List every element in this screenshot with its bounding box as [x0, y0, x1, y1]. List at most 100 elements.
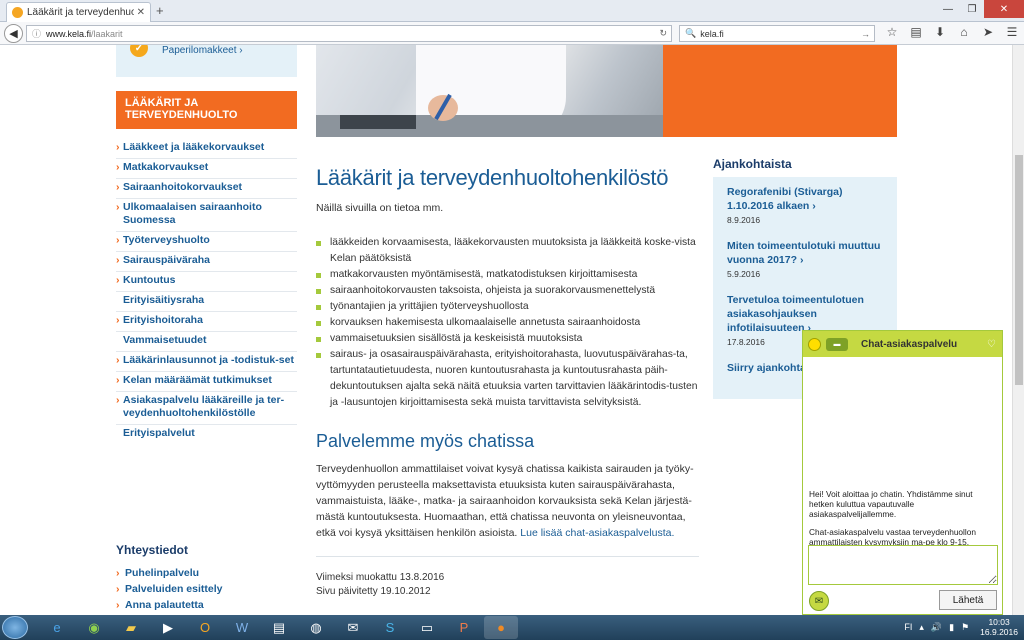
sidebar-item[interactable]: › Lääkkeet ja lääkekorvaukset [116, 139, 297, 159]
contact-link[interactable]: › Puhelinpalvelu [116, 567, 222, 579]
chat-message: Hei! Voit aloittaa jo chatin. Yhdistämme… [809, 489, 973, 519]
sidebar-item[interactable]: › Kelan määräämät tutkimukset [116, 372, 297, 392]
sidebar-item-label: Erityisäitiysraha [123, 294, 205, 306]
news-item-title[interactable]: Regorafenibi (Stivarga) 1.10.2016 alkaen… [727, 185, 883, 213]
clock-time: 10:03 [988, 617, 1010, 627]
send-button[interactable]: Lähetä [939, 590, 997, 610]
chat-title: Chat-asiakaspalvelu [861, 338, 958, 350]
sidebar-item[interactable]: › Asiakaspalvelu lääkäreille ja ter-veyde… [116, 392, 297, 425]
search-go-icon[interactable]: → [861, 29, 870, 39]
news-item[interactable]: Regorafenibi (Stivarga) 1.10.2016 alkaen… [727, 185, 883, 225]
reload-icon[interactable]: ↻ [659, 28, 667, 39]
player-icon[interactable]: ▶ [151, 616, 185, 639]
clipboard-icon[interactable]: ▤ [904, 25, 928, 39]
contact-link[interactable]: › Anna palautetta [116, 599, 222, 611]
list-item: lääkkeiden korvaamisesta, lääkekorvauste… [316, 235, 701, 267]
list-item: työnantajien ja yrittäjien työterveyshuo… [316, 299, 701, 315]
topic-list: lääkkeiden korvaamisesta, lääkekorvauste… [316, 235, 701, 411]
chevron-icon: › [116, 583, 120, 595]
contact-link-label: Puhelinpalvelu [125, 567, 200, 579]
email-icon[interactable]: ✉ [809, 591, 829, 611]
chevron-icon: › [116, 254, 120, 266]
sidebar-item-label: Ulkomaalaisen sairaanhoito Suomessa [123, 201, 262, 226]
back-arrow-icon: ◀ [9, 28, 18, 40]
navigation-bar: ◀ ⓘ www.kela.fi/laakarit ↻ 🔍 kela.fi → ☆… [0, 22, 1024, 45]
sidebar-item[interactable]: Vammaisetuudet [116, 332, 297, 352]
sidebar-header[interactable]: LÄÄKÄRIT JA TERVEYDENHUOLTO [116, 91, 297, 129]
monitor-icon[interactable]: ▭ [410, 616, 444, 639]
outlook-icon[interactable]: O [188, 616, 222, 639]
network-icon[interactable]: ◍ [299, 616, 333, 639]
chevron-icon: › [116, 374, 120, 386]
bullet-icon [316, 241, 321, 246]
download-icon[interactable]: ⬇ [928, 25, 952, 39]
new-tab-icon[interactable]: + [156, 3, 164, 18]
bullet-icon [316, 321, 321, 326]
sidebar-item[interactable]: Erityispalvelut [116, 425, 297, 444]
sidebar-item[interactable]: › Sairauspäiväraha [116, 252, 297, 272]
toolbar-icons: ☆ ▤ ⬇ ⌂ ➤ ☰ [880, 25, 1024, 39]
chat-section-text: Terveydenhuollon ammattilaiset voivat ky… [316, 461, 701, 541]
folder-icon[interactable]: ▰ [114, 616, 148, 639]
sidebar-item[interactable]: › Kuntoutus [116, 272, 297, 292]
chat-header[interactable]: ▬ Chat-asiakaspalvelu ♡ [803, 331, 1002, 357]
chevron-icon: › [116, 274, 120, 286]
back-button[interactable]: ◀ [4, 24, 23, 43]
paper-forms-link[interactable]: Paperilomakkeet › [162, 45, 243, 56]
sidebar-item[interactable]: Erityisäitiysraha [116, 292, 297, 312]
search-box[interactable]: 🔍 kela.fi → [679, 25, 875, 42]
chevron-icon: › [116, 234, 120, 246]
close-window-icon[interactable]: ✕ [984, 0, 1024, 18]
chevron-icon: › [116, 599, 120, 611]
list-item: matkakorvausten myöntämisestä, matkatodi… [316, 267, 701, 283]
bookmark-star-icon[interactable]: ☆ [880, 25, 904, 39]
vertical-scrollbar[interactable] [1012, 45, 1024, 615]
home-icon[interactable]: ⌂ [952, 25, 976, 39]
list-item: sairaanhoitokorvausten taksoista, ohjeis… [316, 283, 701, 299]
chat-section-title: Palvelemme myös chatissa [316, 431, 535, 451]
news-item-title[interactable]: Miten toimeentulotuki muuttuu vuonna 201… [727, 239, 883, 267]
page-meta: Viimeksi muokattu 13.8.2016 Sivu päivite… [316, 571, 701, 599]
media-icon[interactable]: ◉ [77, 616, 111, 639]
sidebar-item-label: Sairaanhoitokorvaukset [123, 181, 243, 193]
news-item-title[interactable]: Tervetuloa toimeentulotuen asiakasohjauk… [727, 293, 883, 335]
volume-icon[interactable]: 🔊 [931, 622, 942, 633]
powerpoint-icon[interactable]: P [447, 616, 481, 639]
sidebar-item[interactable]: › Sairaanhoitokorvaukset [116, 179, 297, 199]
language-indicator[interactable]: FI [904, 622, 912, 632]
mail-icon[interactable]: ✉ [336, 616, 370, 639]
sidebar-item[interactable]: › Ulkomaalaisen sairaanhoito Suomessa [116, 199, 297, 232]
start-button[interactable] [2, 616, 28, 639]
signal-icon[interactable]: ▮ [949, 622, 954, 633]
minimize-icon[interactable]: — [936, 0, 960, 18]
firefox-icon[interactable]: ● [484, 616, 518, 639]
notes-icon[interactable]: ▤ [262, 616, 296, 639]
maximize-icon[interactable]: ❐ [960, 0, 984, 18]
scrollbar-thumb[interactable] [1015, 155, 1023, 385]
news-item[interactable]: Miten toimeentulotuki muuttuu vuonna 201… [727, 239, 883, 279]
clock[interactable]: 10:03 16.9.2016 [980, 617, 1018, 637]
main-content: Lääkärit ja terveydenhuoltohenkilöstö Nä… [316, 165, 701, 599]
tray-arrow-icon[interactable]: ▴ [919, 622, 924, 633]
skype-icon[interactable]: S [373, 616, 407, 639]
sidebar-item[interactable]: › Työterveyshuolto [116, 232, 297, 252]
menu-icon[interactable]: ☰ [1000, 25, 1024, 39]
updated-date: Sivu päivitetty 19.10.2012 [316, 586, 431, 597]
close-tab-icon[interactable]: ✕ [137, 7, 145, 18]
send-icon[interactable]: ➤ [976, 25, 1000, 39]
tab-active[interactable]: Lääkärit ja terveydenhuolt... ✕ [6, 2, 151, 22]
flag-icon[interactable]: ⚑ [961, 622, 969, 633]
chat-info-link[interactable]: Lue lisää chat-asiakaspalvelusta. [520, 527, 674, 539]
sidebar-item[interactable]: › Matkakorvaukset [116, 159, 297, 179]
minimize-chat-icon[interactable]: ♡ [987, 339, 996, 350]
contact-link[interactable]: › Palveluiden esittely [116, 583, 222, 595]
info-icon[interactable]: ⓘ [32, 27, 41, 40]
modified-date: Viimeksi muokattu 13.8.2016 [316, 572, 445, 583]
sidebar-item-label: Erityispalvelut [123, 427, 195, 439]
word-icon[interactable]: W [225, 616, 259, 639]
sidebar-item[interactable]: › Lääkärinlausunnot ja -todistuk-set [116, 352, 297, 372]
address-bar[interactable]: ⓘ www.kela.fi/laakarit ↻ [26, 25, 672, 42]
ie-icon[interactable]: e [40, 616, 74, 639]
chat-input[interactable] [808, 545, 998, 585]
sidebar-item[interactable]: › Erityishoitoraha [116, 312, 297, 332]
